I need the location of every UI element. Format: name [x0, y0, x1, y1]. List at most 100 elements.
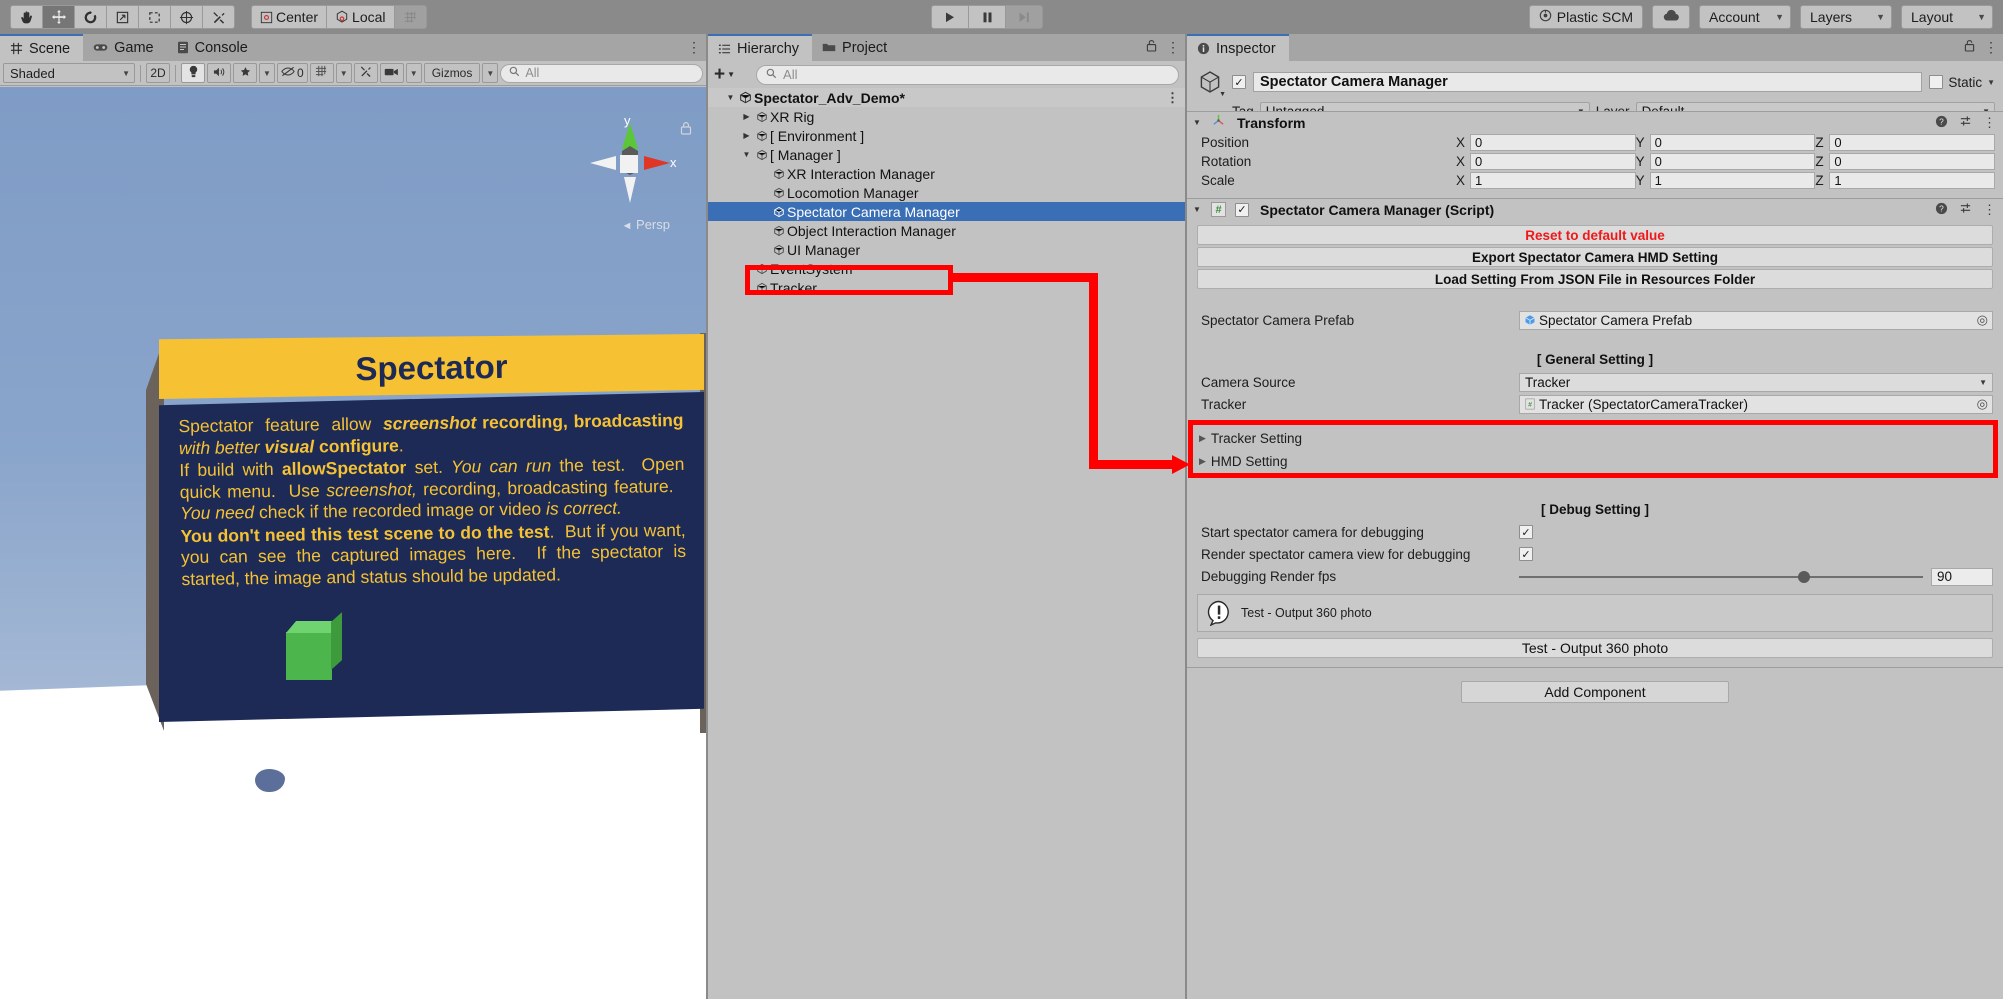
- hierarchy-row-environment[interactable]: ▶ [ Environment ]: [708, 126, 1185, 145]
- chevron-down-icon[interactable]: ▼: [1193, 118, 1205, 127]
- add-component-button[interactable]: Add Component: [1461, 681, 1729, 703]
- chevron-right-icon[interactable]: ▶: [740, 112, 753, 121]
- rotation-x[interactable]: X0: [1456, 153, 1636, 170]
- scale-y-input[interactable]: 1: [1649, 172, 1816, 189]
- move-tool-button[interactable]: [42, 5, 75, 29]
- scale-z[interactable]: Z1: [1815, 172, 1996, 189]
- debugging-render-fps-slider[interactable]: [1519, 570, 1923, 583]
- render-spectator-debug-checkbox[interactable]: ✓: [1519, 547, 1533, 561]
- step-button[interactable]: [1005, 5, 1043, 29]
- kebab-menu-icon[interactable]: ⋮: [1166, 39, 1180, 56]
- kebab-menu-icon[interactable]: ⋮: [1166, 90, 1179, 106]
- chevron-down-icon[interactable]: ▼: [724, 93, 737, 102]
- chevron-right-icon[interactable]: ▶: [740, 131, 753, 140]
- tab-inspector[interactable]: Inspector: [1187, 34, 1289, 61]
- position-y[interactable]: Y0: [1636, 134, 1816, 151]
- spectator-camera-prefab-field[interactable]: Spectator Camera Prefab ◎: [1519, 310, 1993, 330]
- hierarchy-search-input[interactable]: All: [756, 64, 1179, 85]
- green-cube-object[interactable]: [286, 632, 332, 680]
- position-y-input[interactable]: 0: [1649, 134, 1816, 151]
- tab-game[interactable]: Game: [83, 34, 167, 61]
- scene-fx-dropdown[interactable]: ▼: [259, 63, 275, 83]
- layers-button[interactable]: Layers ▼: [1800, 5, 1892, 29]
- cloud-button[interactable]: [1652, 5, 1690, 29]
- scene-orientation-gizmo[interactable]: y x: [582, 113, 678, 211]
- rect-tool-button[interactable]: [138, 5, 171, 29]
- grid-snapping-button[interactable]: [393, 5, 427, 29]
- scene-lighting-button[interactable]: [181, 63, 205, 83]
- transform-component-header[interactable]: ▼ Transform ? ⋮: [1187, 111, 2003, 133]
- camera-source-dropdown[interactable]: Tracker ▼: [1519, 372, 1993, 392]
- hmd-setting-foldout[interactable]: ▶ HMD Setting: [1187, 450, 2003, 473]
- scene-tabbar-menu[interactable]: ⋮: [687, 34, 701, 61]
- scene-search-input[interactable]: All: [500, 63, 703, 83]
- chevron-down-icon[interactable]: ▼: [740, 150, 753, 159]
- chevron-right-icon[interactable]: ▶: [1199, 433, 1206, 444]
- scene-tools-button[interactable]: [353, 63, 378, 83]
- gizmo-lock-icon[interactable]: [680, 121, 692, 140]
- chevron-down-icon[interactable]: ▼: [1193, 205, 1205, 214]
- transform-tool-button[interactable]: [170, 5, 203, 29]
- load-setting-json-button[interactable]: Load Setting From JSON File in Resources…: [1197, 269, 1993, 289]
- hierarchy-row-xr-interaction-manager[interactable]: XR Interaction Manager: [708, 164, 1185, 183]
- script-component-header[interactable]: ▼ # ✓ Spectator Camera Manager (Script) …: [1187, 198, 2003, 220]
- scale-x-input[interactable]: 1: [1470, 172, 1636, 189]
- static-toggle-group[interactable]: Static ▼: [1929, 75, 1995, 90]
- hidden-objects-button[interactable]: 0: [277, 63, 308, 83]
- custom-editor-tool-button[interactable]: [202, 5, 235, 29]
- slider-handle[interactable]: [1797, 570, 1810, 583]
- draw-mode-dropdown[interactable]: Shaded ▼: [3, 63, 135, 83]
- kebab-menu-icon[interactable]: ⋮: [687, 39, 701, 56]
- rotation-x-input[interactable]: 0: [1470, 153, 1636, 170]
- tab-scene[interactable]: Scene: [0, 34, 84, 61]
- scene-projection-label[interactable]: ◄ Persp: [622, 217, 670, 232]
- plastic-scm-button[interactable]: Plastic SCM: [1528, 5, 1643, 29]
- scale-x[interactable]: X1: [1456, 172, 1636, 189]
- scene-fx-button[interactable]: [233, 63, 257, 83]
- hierarchy-row-tracker[interactable]: Tracker: [708, 278, 1185, 297]
- preset-icon[interactable]: [1959, 115, 1972, 131]
- object-picker-icon[interactable]: ◎: [1977, 312, 1988, 328]
- rotation-z-input[interactable]: 0: [1829, 153, 1996, 170]
- rotation-y-input[interactable]: 0: [1649, 153, 1816, 170]
- debugging-render-fps-value[interactable]: 90: [1931, 567, 1993, 586]
- kebab-menu-icon[interactable]: ⋮: [1983, 115, 1996, 131]
- 2d-toggle-button[interactable]: 2D: [146, 63, 170, 83]
- add-gameobject-button[interactable]: + ▼: [714, 64, 735, 86]
- rotation-y[interactable]: Y0: [1636, 153, 1816, 170]
- rotation-z[interactable]: Z0: [1815, 153, 1996, 170]
- scene-camera-dropdown[interactable]: ▼: [405, 63, 422, 83]
- scale-tool-button[interactable]: [106, 5, 139, 29]
- hierarchy-row-eventsystem[interactable]: EventSystem: [708, 259, 1185, 278]
- hierarchy-row-object-interaction-manager[interactable]: Object Interaction Manager: [708, 221, 1185, 240]
- reset-to-default-button[interactable]: Reset to default value: [1197, 225, 1993, 245]
- gameobject-enabled-checkbox[interactable]: ✓: [1232, 75, 1246, 89]
- start-spectator-debug-checkbox[interactable]: ✓: [1519, 525, 1533, 539]
- hierarchy-row-xr-rig[interactable]: ▶ XR Rig: [708, 107, 1185, 126]
- kebab-menu-icon[interactable]: ⋮: [1983, 202, 1996, 218]
- scene-camera-button[interactable]: [379, 63, 404, 83]
- tab-console[interactable]: Console: [167, 34, 261, 61]
- scene-viewport[interactable]: Spectator Spectator feature allow screen…: [0, 87, 706, 999]
- lock-icon[interactable]: [1964, 39, 1975, 57]
- static-checkbox[interactable]: [1929, 75, 1944, 89]
- hierarchy-row-scene-root[interactable]: ▼ Spectator_Adv_Demo* ⋮: [708, 88, 1185, 107]
- gameobject-icon[interactable]: ▼: [1195, 67, 1226, 98]
- preset-icon[interactable]: [1959, 202, 1972, 218]
- lock-icon[interactable]: [1146, 39, 1157, 57]
- pause-button[interactable]: [968, 5, 1006, 29]
- account-button[interactable]: Account ▼: [1699, 5, 1791, 29]
- play-button[interactable]: [931, 5, 969, 29]
- layout-button[interactable]: Layout ▼: [1901, 5, 1993, 29]
- hierarchy-row-manager[interactable]: ▼ [ Manager ]: [708, 145, 1185, 164]
- position-x[interactable]: X0: [1456, 134, 1636, 151]
- scale-z-input[interactable]: 1: [1829, 172, 1996, 189]
- object-picker-icon[interactable]: ◎: [1977, 396, 1988, 412]
- scene-grid-dropdown[interactable]: ▼: [335, 63, 352, 83]
- gameobject-name-input[interactable]: Spectator Camera Manager: [1253, 72, 1923, 92]
- handle-orientation-button[interactable]: Local: [326, 5, 395, 29]
- help-icon[interactable]: ?: [1935, 202, 1948, 218]
- help-icon[interactable]: ?: [1935, 115, 1948, 131]
- kebab-menu-icon[interactable]: ⋮: [1984, 39, 1998, 56]
- hand-tool-button[interactable]: [10, 5, 43, 29]
